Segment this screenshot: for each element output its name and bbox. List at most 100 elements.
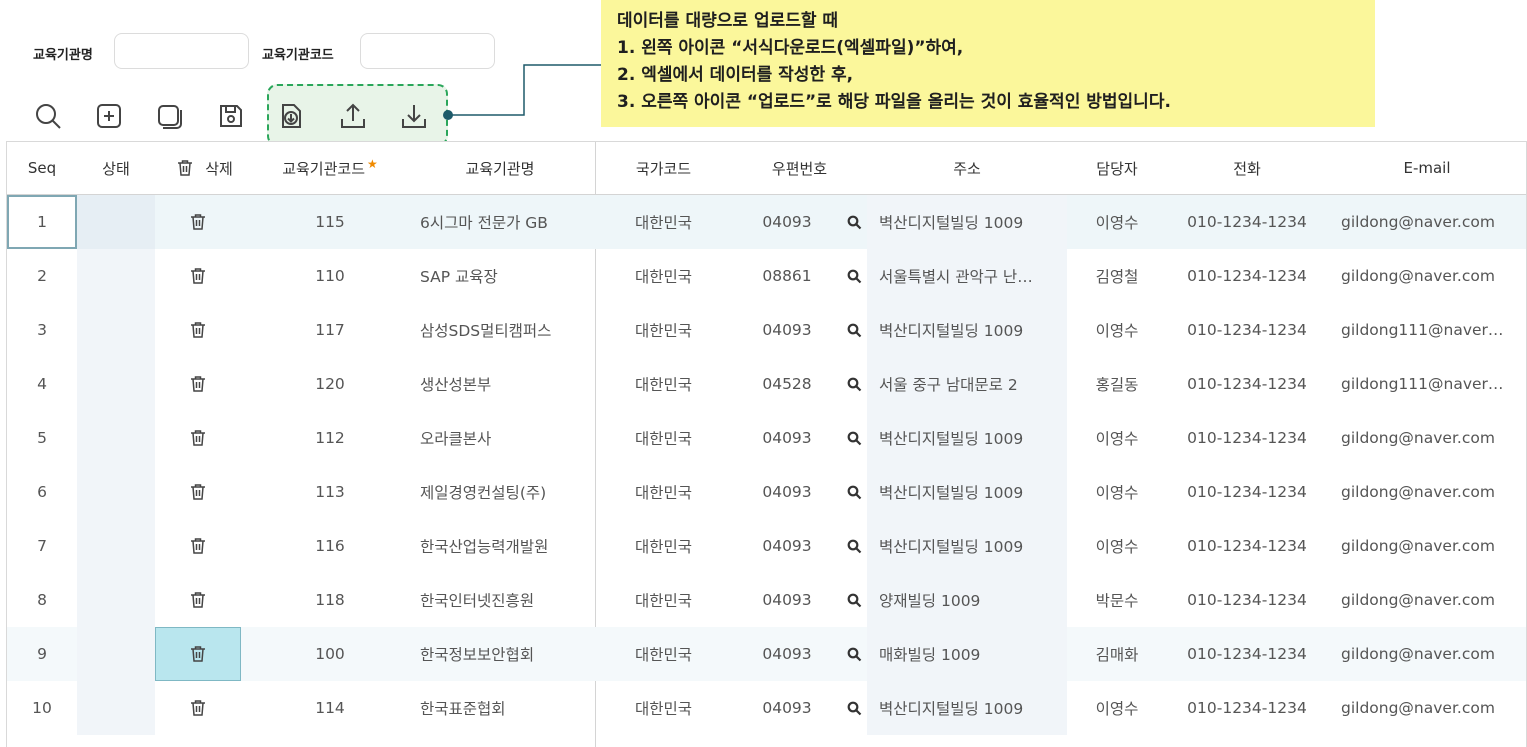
copy-row-button[interactable]	[153, 99, 187, 133]
cell-manager[interactable]: 홍길동	[1067, 357, 1167, 411]
cell-phone[interactable]: 010-1234-1234	[1167, 357, 1327, 411]
cell-status[interactable]	[77, 573, 155, 627]
trash-icon[interactable]	[190, 591, 206, 609]
table-row[interactable]: 2 110 SAP 교육장 대한민국 08861 서울특별시 관악구 난… 김영철 010-1…	[7, 249, 1526, 303]
column-header-seq[interactable]: Seq	[7, 142, 77, 194]
cell-address[interactable]: 벽산디지털빌딩 1009	[867, 519, 1067, 573]
table-row[interactable]: 8 118 한국인터넷진흥원 대한민국 04093 양재빌딩 1009 박문수 010-123…	[7, 573, 1526, 627]
zip-search-icon[interactable]	[842, 303, 867, 357]
cell-name[interactable]: 오라클본사	[420, 411, 595, 465]
column-header-address[interactable]: 주소	[867, 142, 1067, 194]
column-header-name[interactable]: 교육기관명	[405, 142, 595, 194]
column-header-zip[interactable]: 우편번호	[732, 142, 867, 194]
cell-email[interactable]: gildong@naver.com	[1341, 195, 1521, 249]
cell-delete[interactable]	[155, 249, 241, 303]
cell-zip[interactable]: 04093	[732, 195, 842, 249]
cell-status[interactable]	[77, 519, 155, 573]
search-button[interactable]	[31, 99, 65, 133]
trash-icon[interactable]	[190, 645, 206, 663]
cell-name[interactable]: 생산성본부	[420, 357, 595, 411]
cell-code[interactable]: 118	[255, 573, 405, 627]
cell-code[interactable]: 115	[255, 195, 405, 249]
cell-seq[interactable]: 10	[7, 681, 77, 735]
cell-phone[interactable]: 010-1234-1234	[1167, 465, 1327, 519]
cell-phone[interactable]: 010-1234-1234	[1167, 249, 1327, 303]
table-row[interactable]: 1 115 6시그마 전문가 GB 대한민국 04093 벽산디지털빌딩 1009 이영수 0…	[7, 195, 1526, 249]
cell-manager[interactable]: 이영수	[1067, 303, 1167, 357]
zip-search-icon[interactable]	[842, 465, 867, 519]
cell-manager[interactable]: 이영수	[1067, 195, 1167, 249]
cell-seq[interactable]: 3	[7, 303, 77, 357]
cell-delete[interactable]	[155, 411, 241, 465]
upload-button[interactable]	[336, 99, 370, 133]
cell-address[interactable]: 벽산디지털빌딩 1009	[867, 303, 1067, 357]
trash-icon[interactable]	[190, 537, 206, 555]
cell-email[interactable]: gildong@naver.com	[1341, 627, 1521, 681]
cell-delete[interactable]	[155, 681, 241, 735]
cell-name[interactable]: 한국정보보안협회	[420, 627, 595, 681]
column-header-code[interactable]: 교육기관코드 ★	[255, 142, 405, 194]
cell-address[interactable]: 서울 중구 남대문로 2	[867, 357, 1067, 411]
cell-zip[interactable]: 08861	[732, 249, 842, 303]
template-download-button[interactable]	[274, 99, 308, 133]
trash-icon[interactable]	[190, 375, 206, 393]
cell-seq[interactable]: 7	[7, 519, 77, 573]
cell-seq[interactable]: 8	[7, 573, 77, 627]
cell-name[interactable]: SAP 교육장	[420, 249, 595, 303]
zip-search-icon[interactable]	[842, 519, 867, 573]
cell-delete[interactable]	[155, 357, 241, 411]
cell-phone[interactable]: 010-1234-1234	[1167, 627, 1327, 681]
cell-manager[interactable]: 이영수	[1067, 411, 1167, 465]
cell-email[interactable]: gildong111@naver…	[1341, 357, 1521, 411]
cell-name[interactable]: 삼성SDS멀티캠퍼스	[420, 303, 595, 357]
table-row[interactable]: 4 120 생산성본부 대한민국 04528 서울 중구 남대문로 2 홍길동 010-123…	[7, 357, 1526, 411]
trash-icon[interactable]	[190, 429, 206, 447]
cell-delete[interactable]	[155, 303, 241, 357]
cell-status[interactable]	[77, 195, 155, 249]
cell-zip[interactable]: 04093	[732, 411, 842, 465]
table-row[interactable]: 6 113 제일경영컨설팅(주) 대한민국 04093 벽산디지털빌딩 1009 이영수 01…	[7, 465, 1526, 519]
zip-search-icon[interactable]	[842, 195, 867, 249]
institution-code-input[interactable]	[360, 33, 495, 69]
table-row[interactable]: 5 112 오라클본사 대한민국 04093 벽산디지털빌딩 1009 이영수 010-123…	[7, 411, 1526, 465]
column-header-status[interactable]: 상태	[77, 142, 155, 194]
table-row[interactable]: 3 117 삼성SDS멀티캠퍼스 대한민국 04093 벽산디지털빌딩 1009 이영수 01…	[7, 303, 1526, 357]
zip-search-icon[interactable]	[842, 249, 867, 303]
cell-seq[interactable]: 5	[7, 411, 77, 465]
cell-country[interactable]: 대한민국	[595, 519, 732, 573]
add-row-button[interactable]	[92, 99, 126, 133]
cell-code[interactable]: 120	[255, 357, 405, 411]
cell-manager[interactable]: 김매화	[1067, 627, 1167, 681]
cell-manager[interactable]: 박문수	[1067, 573, 1167, 627]
cell-zip[interactable]: 04093	[732, 573, 842, 627]
cell-zip[interactable]: 04093	[732, 465, 842, 519]
cell-email[interactable]: gildong@naver.com	[1341, 411, 1521, 465]
trash-icon[interactable]	[190, 267, 206, 285]
cell-seq[interactable]: 2	[7, 249, 77, 303]
cell-code[interactable]: 116	[255, 519, 405, 573]
column-header-delete[interactable]: 삭제	[155, 142, 255, 194]
cell-zip[interactable]: 04093	[732, 303, 842, 357]
cell-delete[interactable]	[155, 627, 241, 681]
cell-address[interactable]: 벽산디지털빌딩 1009	[867, 195, 1067, 249]
cell-status[interactable]	[77, 627, 155, 681]
cell-country[interactable]: 대한민국	[595, 573, 732, 627]
cell-code[interactable]: 112	[255, 411, 405, 465]
cell-code[interactable]: 100	[255, 627, 405, 681]
cell-country[interactable]: 대한민국	[595, 465, 732, 519]
cell-name[interactable]: 한국인터넷진흥원	[420, 573, 595, 627]
cell-country[interactable]: 대한민국	[595, 627, 732, 681]
cell-address[interactable]: 벽산디지털빌딩 1009	[867, 465, 1067, 519]
cell-name[interactable]: 한국산업능력개발원	[420, 519, 595, 573]
cell-name[interactable]: 한국표준협회	[420, 681, 595, 735]
cell-country[interactable]: 대한민국	[595, 249, 732, 303]
cell-country[interactable]: 대한민국	[595, 411, 732, 465]
cell-code[interactable]: 113	[255, 465, 405, 519]
cell-zip[interactable]: 04093	[732, 627, 842, 681]
cell-code[interactable]: 117	[255, 303, 405, 357]
cell-delete[interactable]	[155, 519, 241, 573]
trash-icon[interactable]	[190, 699, 206, 717]
cell-phone[interactable]: 010-1234-1234	[1167, 681, 1327, 735]
table-row[interactable]: 10 114 한국표준협회 대한민국 04093 벽산디지털빌딩 1009 이영수 010-1…	[7, 681, 1526, 735]
cell-email[interactable]: gildong@naver.com	[1341, 519, 1521, 573]
